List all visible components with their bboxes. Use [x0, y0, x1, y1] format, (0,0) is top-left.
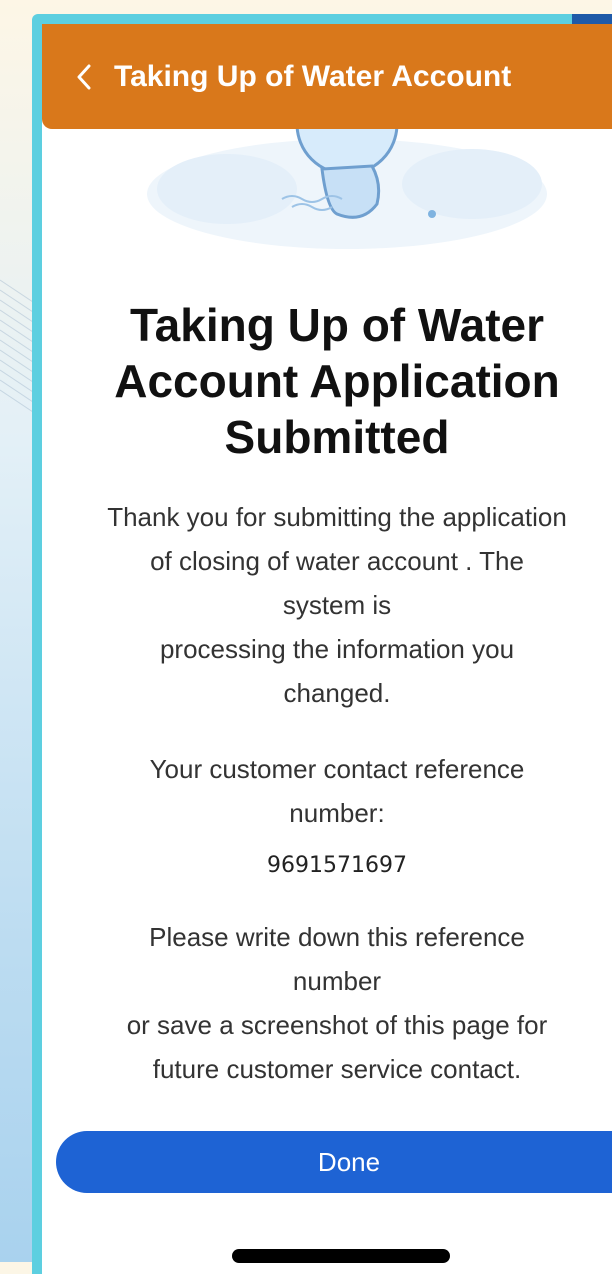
page-title: Taking Up of Water Account Application S…	[66, 297, 608, 465]
reference-label: Your customer contact reference number:	[42, 747, 612, 835]
reference-number: 9691571697	[267, 853, 407, 878]
message-line: Thank you for submitting the application	[107, 502, 567, 532]
app-header: Taking Up of Water Account	[42, 24, 612, 129]
message-line: changed.	[283, 678, 391, 708]
chevron-left-icon[interactable]	[64, 57, 104, 97]
message-line: processing the information you	[159, 634, 515, 664]
confirmation-content: Taking Up of Water Account Application S…	[42, 279, 612, 1091]
instruction-line: future customer service contact.	[152, 1054, 522, 1084]
reference-label-line: number:	[289, 798, 385, 828]
title-line: Taking Up of Water	[130, 299, 544, 351]
message-line: system is	[282, 590, 392, 620]
app-screen: Taking Up of Water Account Taking Up of …	[42, 24, 612, 1274]
title-line: Account Application	[114, 355, 560, 407]
instruction-line: or save a screenshot of this page for	[126, 1010, 548, 1040]
reference-label-line: Your customer contact reference	[149, 754, 525, 784]
message-line: of closing of water account . The	[150, 546, 524, 576]
header-title: Taking Up of Water Account	[114, 59, 512, 93]
done-button[interactable]: Done	[56, 1131, 612, 1193]
instruction-line: Please write down this reference	[149, 922, 525, 952]
save-instructions: Please write down this reference number …	[42, 915, 612, 1091]
thank-you-message: Thank you for submitting the application…	[42, 495, 612, 715]
title-line: Submitted	[224, 411, 450, 463]
home-indicator	[232, 1249, 450, 1263]
instruction-line: number	[292, 966, 382, 996]
phone-frame: Taking Up of Water Account Taking Up of …	[32, 14, 612, 1274]
